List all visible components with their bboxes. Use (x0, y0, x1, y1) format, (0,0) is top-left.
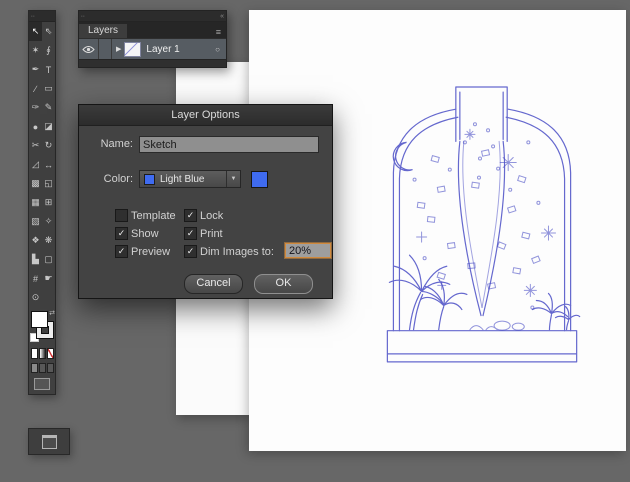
blank (42, 288, 55, 307)
panel-menu-icon[interactable]: ≡ (216, 27, 226, 38)
screen-mode-button[interactable] (34, 378, 50, 390)
print-label: Print (200, 228, 223, 240)
free-transform-tool[interactable]: ▩ (29, 174, 42, 193)
draw-behind-button[interactable] (39, 363, 46, 373)
gradient-tool[interactable]: ▧ (29, 212, 42, 231)
paintbrush-tool[interactable]: ✑ (29, 98, 42, 117)
scale-tool[interactable]: ◿ (29, 155, 42, 174)
zoom-tool[interactable]: ⊙ (29, 288, 42, 307)
eraser-tool[interactable]: ◪ (42, 117, 55, 136)
gradient-button[interactable] (39, 348, 46, 359)
blend-tool[interactable]: ❖ (29, 231, 42, 250)
panel-tab-bar: Layers ≡ (79, 22, 226, 38)
eye-icon (82, 45, 95, 53)
lock-label: Lock (200, 210, 224, 222)
color-dropdown[interactable]: Light Blue ▼ (139, 170, 241, 188)
dialog-titlebar[interactable]: Layer Options (79, 105, 332, 126)
color-chip (144, 173, 155, 185)
none-button[interactable] (47, 348, 54, 359)
artboard-tool[interactable]: ▢ (42, 250, 55, 269)
rotate-tool[interactable]: ↻ (42, 136, 55, 155)
scissors-tool[interactable]: ✂ (29, 136, 42, 155)
fill-stroke-widget: ⇄ (29, 309, 55, 345)
grip-dots-icon: ∙∙ (81, 12, 85, 20)
magic-wand-tool[interactable]: ✶ (29, 41, 42, 60)
name-label: Name: (100, 138, 133, 150)
color-mode-row (29, 345, 55, 360)
line-tool[interactable]: ∕ (29, 79, 42, 98)
tab-layers[interactable]: Layers (79, 24, 128, 38)
dialog-body: Name: Color: Light Blue ▼ Template ✓ Loc… (79, 126, 332, 298)
direct-selection-tool[interactable]: ⇖ (42, 22, 55, 41)
color-label: Color: (103, 173, 133, 185)
grip-dots-icon: ∙∙ (31, 12, 35, 20)
draw-mode-row (29, 360, 55, 374)
column-graph-tool[interactable]: ▙ (29, 250, 42, 269)
fill-swatch[interactable] (31, 311, 48, 328)
target-circle-icon[interactable]: ○ (215, 45, 220, 54)
tools-panel-grip[interactable]: ∙∙ (29, 11, 55, 22)
pen-tool[interactable]: ✒ (29, 60, 42, 79)
toolbar-tools: ↖ ⇖ ✶ ∮ ✒ T ∕ ▭ ✑ ✎ ● ◪ ✂ ↻ ◿ ↔ ▩ ◱ ▦ ⊞ ▧ ✧ ❖ ❋ ▙ ▢ # ☛ ⊙ (29, 22, 55, 307)
show-checkbox[interactable]: ✓ (115, 227, 128, 240)
panel-window-icon (41, 434, 57, 449)
color-button[interactable] (31, 348, 38, 359)
ok-button[interactable]: OK (254, 274, 313, 294)
cancel-button[interactable]: Cancel (184, 274, 243, 294)
dim-images-checkbox[interactable]: ✓ (184, 245, 197, 258)
panel-bottom-bar (79, 59, 226, 67)
layer-options-dialog: Layer Options Name: Color: Light Blue ▼ … (78, 104, 333, 299)
disclosure-triangle-icon[interactable]: ▶ (116, 45, 121, 53)
type-tool[interactable]: T (42, 60, 55, 79)
symbol-sprayer-tool[interactable]: ❋ (42, 231, 55, 250)
preview-checkbox[interactable]: ✓ (115, 245, 128, 258)
preview-label: Preview (131, 246, 171, 258)
hand-tool[interactable]: ☛ (42, 269, 55, 288)
perspective-grid-tool[interactable]: ▦ (29, 193, 42, 212)
show-label: Show (131, 228, 159, 240)
layers-panel-grip[interactable]: ∙∙ « (79, 11, 226, 22)
lock-toggle[interactable] (99, 39, 112, 59)
print-checkbox[interactable]: ✓ (184, 227, 197, 240)
shape-builder-tool[interactable]: ◱ (42, 174, 55, 193)
blob-brush-tool[interactable]: ● (29, 117, 42, 136)
layer-thumbnail[interactable] (124, 41, 142, 57)
layer-color-swatch[interactable] (251, 171, 268, 188)
rectangle-tool[interactable]: ▭ (42, 79, 55, 98)
width-tool[interactable]: ↔ (42, 155, 55, 174)
layer-name[interactable]: Layer 1 (146, 44, 179, 55)
pencil-tool[interactable]: ✎ (42, 98, 55, 117)
selection-tool[interactable]: ↖ (29, 22, 42, 41)
dim-images-label: Dim Images to: (200, 246, 274, 258)
collapse-panel-icon[interactable]: « (220, 12, 224, 21)
slice-tool[interactable]: # (29, 269, 42, 288)
layer-row[interactable]: ▶ Layer 1 ○ (79, 38, 226, 59)
chevron-down-icon: ▼ (226, 171, 240, 187)
mesh-tool[interactable]: ⊞ (42, 193, 55, 212)
visibility-toggle[interactable] (79, 39, 99, 59)
layers-panel: ∙∙ « Layers ≡ ▶ Layer 1 ○ (78, 10, 227, 68)
template-label: Template (131, 210, 176, 222)
draw-normal-button[interactable] (31, 363, 38, 373)
dim-images-field[interactable] (285, 243, 331, 258)
draw-inside-button[interactable] (47, 363, 54, 373)
docked-panel-icon-group[interactable] (28, 428, 70, 455)
color-dropdown-value: Light Blue (160, 173, 205, 185)
lasso-tool[interactable]: ∮ (42, 41, 55, 60)
sketch-artwork (386, 86, 581, 363)
eyedropper-tool[interactable]: ✧ (42, 212, 55, 231)
template-checkbox[interactable] (115, 209, 128, 222)
name-field[interactable] (139, 136, 319, 153)
lock-checkbox[interactable]: ✓ (184, 209, 197, 222)
swap-fill-stroke-icon[interactable]: ⇄ (49, 309, 55, 317)
dialog-title: Layer Options (171, 109, 240, 121)
tools-panel: ∙∙ ↖ ⇖ ✶ ∮ ✒ T ∕ ▭ ✑ ✎ ● ◪ ✂ ↻ ◿ ↔ ▩ ◱ ▦ ⊞ ▧ ✧ ❖ ❋ ▙ ▢ # ☛ ⊙ ⇄ (28, 10, 56, 395)
